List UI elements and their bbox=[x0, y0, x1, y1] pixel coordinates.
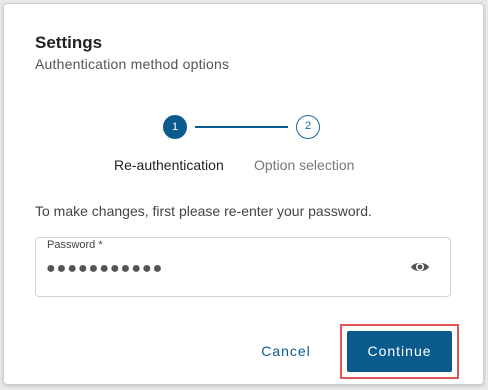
stepper: 1 2 bbox=[4, 113, 485, 143]
step-connector bbox=[195, 126, 288, 128]
cancel-button[interactable]: Cancel bbox=[250, 335, 322, 367]
password-field[interactable]: Password * ●●●●●●●●●●● bbox=[35, 237, 451, 297]
password-input[interactable]: ●●●●●●●●●●● bbox=[46, 260, 163, 278]
step-1-indicator: 1 bbox=[163, 115, 187, 139]
instructions-text: To make changes, first please re-enter y… bbox=[35, 203, 372, 219]
settings-dialog: Settings Authentication method options 1… bbox=[3, 3, 484, 385]
dialog-subtitle: Authentication method options bbox=[35, 56, 230, 72]
step-2-indicator: 2 bbox=[296, 115, 320, 139]
eye-icon[interactable] bbox=[410, 259, 430, 275]
step-1-label: Re-authentication bbox=[114, 157, 224, 173]
step-2-label: Option selection bbox=[254, 157, 355, 173]
dialog-title: Settings bbox=[35, 33, 103, 52]
continue-button[interactable]: Continue bbox=[347, 331, 452, 372]
password-label: Password * bbox=[47, 239, 103, 251]
